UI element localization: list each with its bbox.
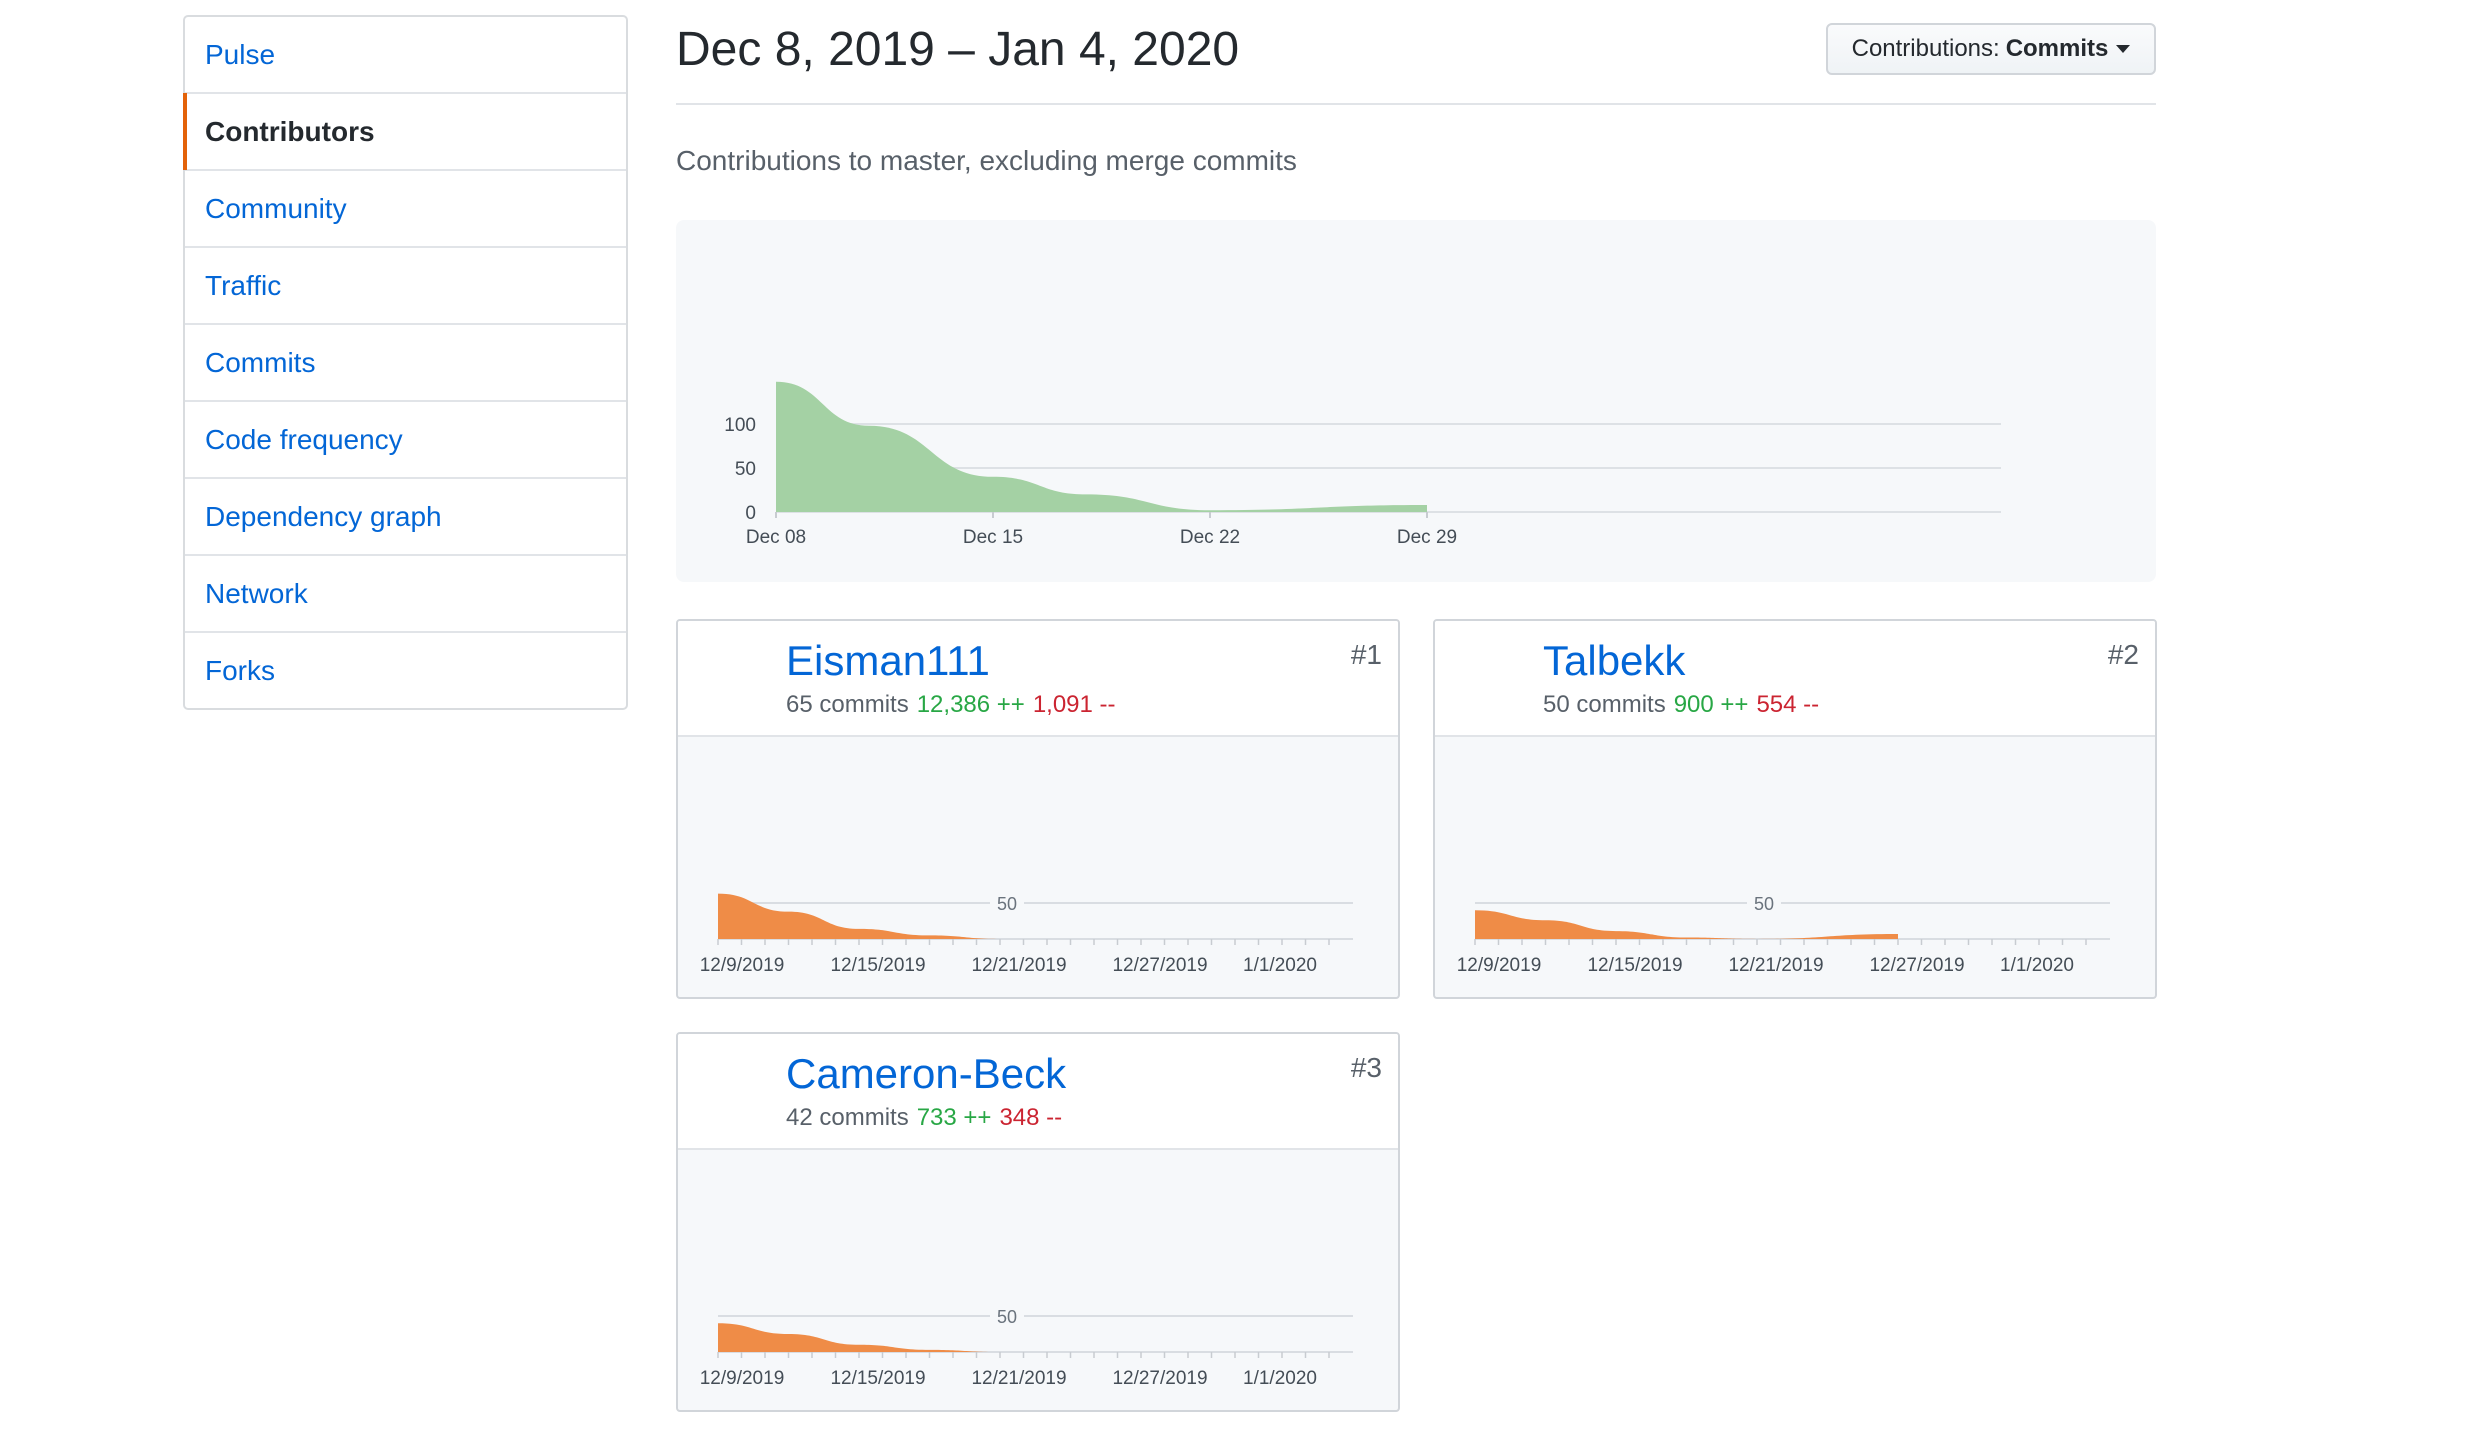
caret-down-icon — [2116, 45, 2131, 53]
photo-avatar-icon[interactable] — [1450, 636, 1526, 712]
commit-count[interactable]: 42 commits — [786, 1104, 909, 1131]
sidebar-item-community[interactable]: Community — [185, 171, 626, 248]
deletions-count: 554 -- — [1756, 691, 1820, 718]
contributor-card: Eisman111 65 commits 12,386 ++ 1,091 -- #1… — [676, 619, 1400, 999]
x-tick-label: 12/9/2019 — [1457, 955, 1542, 976]
contributor-login-link[interactable]: Cameron-Beck — [786, 1050, 1066, 1098]
sidebar-item-forks[interactable]: Forks — [185, 633, 626, 708]
y-tick-label: 50 — [1754, 894, 1774, 914]
insights-sidebar: Pulse Contributors Community Traffic Com… — [183, 15, 628, 710]
deletions-count: 348 -- — [999, 1104, 1063, 1131]
x-tick-label: Dec 29 — [1397, 527, 1457, 548]
contributor-rank: #2 — [2107, 639, 2139, 670]
commit-count[interactable]: 65 commits — [786, 691, 909, 718]
chart-subtitle: Contributions to master, excluding merge… — [676, 145, 1297, 176]
y-tick-label: 50 — [997, 894, 1017, 914]
additions-count: 733 ++ — [916, 1104, 992, 1131]
contributor-login-link[interactable]: Eisman111 — [786, 637, 990, 685]
additions-count: 900 ++ — [1673, 691, 1749, 718]
contributor-chart-svg: 50 12/9/2019 12/15/2019 12/21/2019 12/27/201… — [700, 891, 1353, 976]
sidebar-item-traffic[interactable]: Traffic — [185, 248, 626, 325]
select-prefix: Contributions: — [1851, 35, 2000, 62]
x-tick-label: 12/15/2019 — [830, 955, 925, 976]
x-tick-label: 12/9/2019 — [700, 1368, 785, 1389]
contributor-stats: 50 commits 900 ++ 554 -- — [1543, 691, 1819, 719]
contributor-card: Talbekk 50 commits 900 ++ 554 -- #2 50 12/9… — [1433, 619, 2157, 999]
x-tick-label: 12/27/2019 — [1112, 955, 1207, 976]
header-divider — [676, 103, 2156, 105]
contributor-login-link[interactable]: Talbekk — [1543, 637, 1685, 685]
y-tick-label: 50 — [735, 459, 756, 480]
x-tick-label: 12/27/2019 — [1869, 955, 1964, 976]
main-chart-svg: 0 50 100 Dec 08 Dec 15 Dec 22 Dec 29 — [724, 381, 2001, 548]
x-tick-label: Dec 22 — [1180, 527, 1240, 548]
x-tick-label: 12/21/2019 — [971, 1368, 1066, 1389]
sidebar-item-network[interactable]: Network — [185, 556, 626, 633]
x-tick-label: Dec 15 — [963, 527, 1023, 548]
contributions-type-select[interactable]: Contributions: Commits — [1826, 23, 2156, 75]
contributor-chart-svg: 50 12/9/2019 12/15/2019 12/21/2019 12/27/201… — [700, 1304, 1353, 1389]
contributor-card-header: Cameron-Beck 42 commits 733 ++ 348 -- #3 — [678, 1034, 1398, 1150]
y-tick-label: 100 — [724, 415, 756, 436]
identicon-avatar-icon[interactable] — [693, 1049, 769, 1125]
y-tick-label: 0 — [745, 503, 756, 524]
sidebar-item-contributors[interactable]: Contributors — [183, 93, 626, 171]
select-value: Commits — [2005, 35, 2109, 62]
contributor-rank: #1 — [1350, 639, 1382, 670]
contributor-rank: #3 — [1350, 1052, 1382, 1083]
contributor-chart-svg: 50 12/9/2019 12/15/2019 12/21/2019 12/27/201… — [1457, 891, 2110, 976]
contributor-card-header: Eisman111 65 commits 12,386 ++ 1,091 -- #1 — [678, 621, 1398, 737]
commits-area — [776, 381, 1427, 512]
x-tick-label: 1/1/2020 — [1243, 955, 1317, 976]
x-tick-label: 1/1/2020 — [1243, 1368, 1317, 1389]
x-tick-label: Dec 08 — [746, 527, 806, 548]
photo-avatar-icon[interactable] — [693, 636, 769, 712]
contributor-stats: 65 commits 12,386 ++ 1,091 -- — [786, 691, 1116, 719]
x-tick-label: 12/27/2019 — [1112, 1368, 1207, 1389]
x-tick-label: 12/15/2019 — [1587, 955, 1682, 976]
contributor-card: Cameron-Beck 42 commits 733 ++ 348 -- #3 5… — [676, 1032, 1400, 1412]
sidebar-item-commits[interactable]: Commits — [185, 325, 626, 402]
y-tick-label: 50 — [997, 1307, 1017, 1327]
deletions-count: 1,091 -- — [1032, 691, 1116, 718]
x-tick-label: 12/15/2019 — [830, 1368, 925, 1389]
x-tick-label: 12/21/2019 — [1728, 955, 1823, 976]
main-contributions-chart: 0 50 100 Dec 08 Dec 15 Dec 22 Dec 29 — [676, 220, 2156, 582]
commits-area — [1475, 910, 1898, 939]
x-tick-label: 12/9/2019 — [700, 955, 785, 976]
x-tick-label: 1/1/2020 — [2000, 955, 2074, 976]
date-range-title: Dec 8, 2019 – Jan 4, 2020 — [676, 23, 1240, 76]
sidebar-item-dependency-graph[interactable]: Dependency graph — [185, 479, 626, 556]
x-tick-label: 12/21/2019 — [971, 955, 1066, 976]
commit-count[interactable]: 50 commits — [1543, 691, 1666, 718]
additions-count: 12,386 ++ — [916, 691, 1025, 718]
contributor-stats: 42 commits 733 ++ 348 -- — [786, 1104, 1062, 1132]
contributor-card-header: Talbekk 50 commits 900 ++ 554 -- #2 — [1435, 621, 2155, 737]
sidebar-item-pulse[interactable]: Pulse — [185, 17, 626, 94]
sidebar-item-code-frequency[interactable]: Code frequency — [185, 402, 626, 479]
